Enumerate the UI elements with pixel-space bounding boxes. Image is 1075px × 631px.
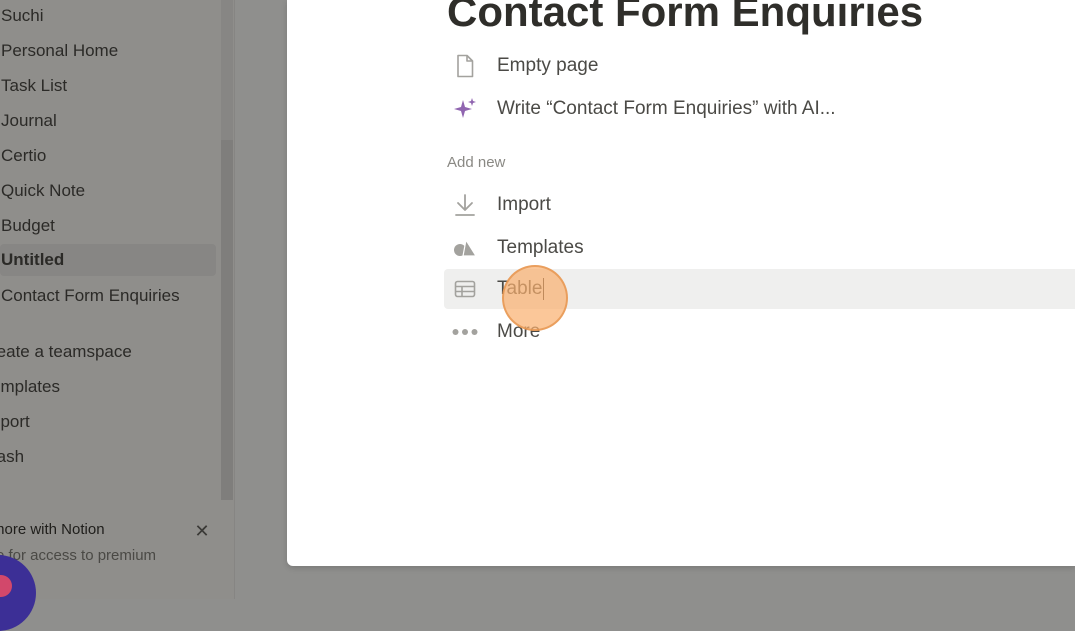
sidebar-scroll-thumb[interactable] bbox=[221, 140, 233, 500]
sidebar-item-quick-note[interactable]: Quick Note bbox=[0, 175, 216, 207]
sidebar-create-teamspace[interactable]: reate a teamspace bbox=[0, 336, 216, 368]
option-write-with-ai[interactable]: Write “Contact Form Enquiries” with AI..… bbox=[444, 89, 1075, 129]
new-page-modal: Contact Form Enquiries Empty page Write … bbox=[287, 0, 1075, 566]
promo-close-icon[interactable]: ✕ bbox=[194, 521, 210, 541]
templates-icon bbox=[452, 236, 478, 260]
sidebar-templates[interactable]: emplates bbox=[0, 371, 216, 403]
page-title[interactable]: Contact Form Enquiries bbox=[447, 0, 923, 42]
sidebar-scrollbar[interactable] bbox=[221, 0, 233, 500]
sidebar-item-untitled[interactable]: Untitled bbox=[0, 244, 216, 276]
sidebar: Suchi Personal Home Task List Journal Ce… bbox=[0, 0, 235, 631]
add-new-heading: Add new bbox=[447, 154, 506, 171]
click-indicator bbox=[502, 265, 568, 331]
sidebar-item-suchi[interactable]: Suchi bbox=[0, 0, 216, 32]
sidebar-item-journal[interactable]: Journal bbox=[0, 105, 216, 137]
sidebar-item-certio[interactable]: Certio bbox=[0, 140, 216, 172]
option-empty-page[interactable]: Empty page bbox=[444, 46, 1075, 86]
import-icon bbox=[452, 193, 478, 217]
sidebar-item-personal-home[interactable]: Personal Home bbox=[0, 35, 216, 67]
sidebar-item-task-list[interactable]: Task List bbox=[0, 70, 216, 102]
sidebar-item-budget[interactable]: Budget bbox=[0, 210, 216, 242]
add-new-import[interactable]: Import bbox=[444, 185, 1075, 225]
sidebar-import[interactable]: nport bbox=[0, 406, 216, 438]
sidebar-trash[interactable]: rash bbox=[0, 441, 216, 473]
ai-sparkle-icon bbox=[452, 97, 478, 121]
table-icon bbox=[452, 277, 478, 301]
page-icon bbox=[452, 54, 478, 78]
more-icon bbox=[452, 320, 478, 344]
add-new-templates[interactable]: Templates bbox=[444, 228, 1075, 268]
sidebar-item-contact-form-enquiries[interactable]: Contact Form Enquiries bbox=[0, 280, 216, 312]
